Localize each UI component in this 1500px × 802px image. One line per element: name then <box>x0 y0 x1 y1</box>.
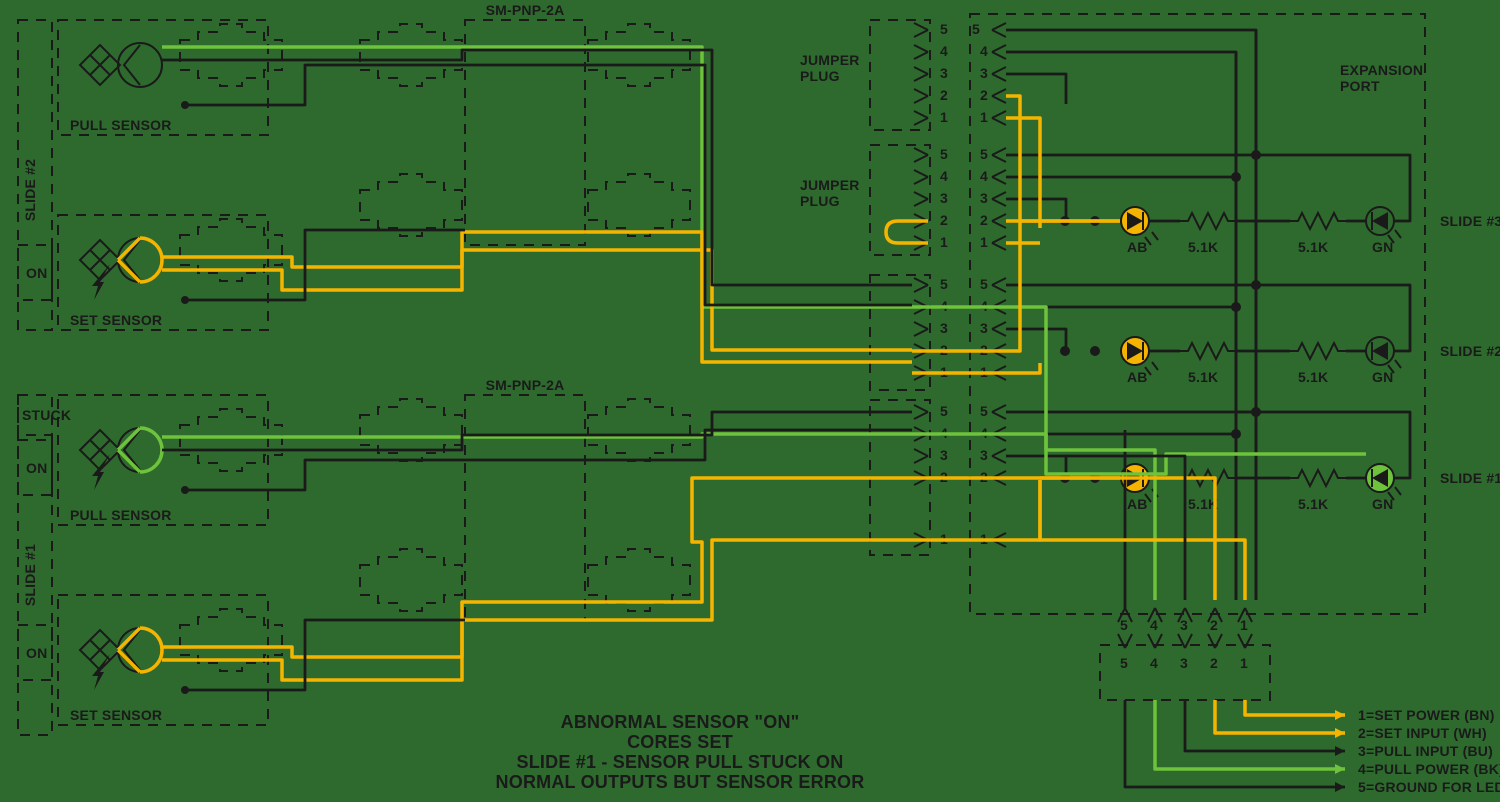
svg-text:1: 1 <box>940 234 948 250</box>
legend-connector: 5 4 3 2 1 1=SET POWER (BN) 2=SET INPUT (… <box>1100 634 1500 795</box>
svg-text:2: 2 <box>980 87 988 103</box>
label-slide2: SLIDE #2 <box>22 159 38 221</box>
svg-text:4: 4 <box>980 43 988 59</box>
svg-text:SLIDE #2: SLIDE #2 <box>1440 343 1500 359</box>
svg-text:SLIDE #1 - SENSOR PULL STUCK O: SLIDE #1 - SENSOR PULL STUCK ON <box>517 752 844 772</box>
label-stuck: STUCK <box>22 407 71 423</box>
legend-4: 4=PULL POWER (BK) <box>1358 761 1500 777</box>
slide2-row: AB 5.1K 5.1K GN SLIDE #2 <box>1121 337 1500 385</box>
svg-text:GN: GN <box>1372 369 1393 385</box>
svg-text:5.1K: 5.1K <box>1188 369 1218 385</box>
svg-text:5: 5 <box>940 21 948 37</box>
svg-text:3: 3 <box>940 320 948 336</box>
svg-text:2: 2 <box>940 212 948 228</box>
svg-text:3: 3 <box>980 320 988 336</box>
svg-text:3: 3 <box>1180 655 1188 671</box>
slide3-row: AB 5.1K 5.1K GN SLIDE #3 <box>1121 207 1500 255</box>
svg-text:4: 4 <box>940 168 948 184</box>
svg-text:4: 4 <box>980 168 988 184</box>
adapter-top: SM-PNP-2A <box>360 2 690 245</box>
svg-text:5: 5 <box>940 146 948 162</box>
svg-text:GN: GN <box>1372 239 1393 255</box>
adapter-bottom: SM-PNP-2A <box>360 377 690 620</box>
diagram-title: ABNORMAL SENSOR "ON" CORES SET SLIDE #1 … <box>496 712 865 792</box>
svg-text:4: 4 <box>940 43 948 59</box>
legend-2: 2=SET INPUT (WH) <box>1358 725 1487 741</box>
svg-text:AB: AB <box>1127 369 1148 385</box>
svg-text:5.1K: 5.1K <box>1298 369 1328 385</box>
label-slide3: SLIDE #3 <box>1440 213 1500 229</box>
svg-text:GN: GN <box>1372 496 1393 512</box>
svg-text:SLIDE #1: SLIDE #1 <box>1440 470 1500 486</box>
label-set-sensor: SET SENSOR <box>70 312 162 328</box>
legend-5: 5=GROUND FOR LED (GY) <box>1358 779 1500 795</box>
svg-text:2: 2 <box>1210 617 1218 633</box>
expansion-label: EXPANSIONPORT <box>1340 62 1423 94</box>
svg-text:AB: AB <box>1127 239 1148 255</box>
svg-text:SM-PNP-2A: SM-PNP-2A <box>486 2 565 18</box>
svg-text:ON: ON <box>26 460 47 476</box>
svg-text:5.1K: 5.1K <box>1188 239 1218 255</box>
svg-text:5: 5 <box>1120 655 1128 671</box>
svg-text:3: 3 <box>980 447 988 463</box>
svg-text:CORES SET: CORES SET <box>627 732 733 752</box>
svg-text:5: 5 <box>980 146 988 162</box>
svg-text:3: 3 <box>980 190 988 206</box>
jumper-label: JUMPERPLUG <box>800 52 860 84</box>
label-on: ON <box>26 265 47 281</box>
svg-text:AB: AB <box>1127 496 1148 512</box>
svg-text:3: 3 <box>940 190 948 206</box>
svg-text:2: 2 <box>940 87 948 103</box>
svg-text:JUMPERPLUG: JUMPERPLUG <box>800 177 860 209</box>
svg-text:5: 5 <box>972 21 980 37</box>
left-conn-col: 5 4 3 2 1 5 4 3 2 1 5 4 3 2 1 5 4 3 2 1 <box>870 20 948 555</box>
svg-text:5: 5 <box>980 403 988 419</box>
svg-text:1: 1 <box>1240 655 1248 671</box>
svg-text:5: 5 <box>940 276 948 292</box>
svg-text:3: 3 <box>940 65 948 81</box>
svg-text:5: 5 <box>980 276 988 292</box>
wiring-diagram: PULL SENSOR SLIDE #2 ON SET SENSOR SLIDE… <box>0 0 1500 802</box>
slide2-pull-sensor: PULL SENSOR <box>58 20 282 135</box>
svg-text:3: 3 <box>980 65 988 81</box>
slide1-row: AB 5.1K 5.1K GN SLIDE #1 <box>1121 464 1500 512</box>
svg-text:NORMAL OUTPUTS BUT SENSOR ERRO: NORMAL OUTPUTS BUT SENSOR ERROR <box>496 772 865 792</box>
svg-text:5: 5 <box>1120 617 1128 633</box>
svg-text:4: 4 <box>1150 617 1158 633</box>
svg-text:SM-PNP-2A: SM-PNP-2A <box>486 377 565 393</box>
svg-text:3: 3 <box>1180 617 1188 633</box>
jumper-plug-1: JUMPERPLUG <box>800 20 930 130</box>
svg-text:3: 3 <box>940 447 948 463</box>
svg-text:ABNORMAL SENSOR "ON": ABNORMAL SENSOR "ON" <box>561 712 800 732</box>
svg-text:ON: ON <box>26 645 47 661</box>
svg-text:1: 1 <box>940 109 948 125</box>
jumper-plug-2: JUMPERPLUG <box>800 145 930 255</box>
svg-text:SET SENSOR: SET SENSOR <box>70 707 162 723</box>
svg-text:5: 5 <box>940 403 948 419</box>
label-pull-sensor: PULL SENSOR <box>70 117 172 133</box>
svg-text:2: 2 <box>1210 655 1218 671</box>
label-slide1: SLIDE #1 <box>22 544 38 606</box>
svg-text:1: 1 <box>980 234 988 250</box>
svg-text:1: 1 <box>980 109 988 125</box>
svg-text:5.1K: 5.1K <box>1298 496 1328 512</box>
slide2-set-sensor: ON SET SENSOR <box>18 215 282 330</box>
svg-text:1: 1 <box>1240 617 1248 633</box>
svg-text:4: 4 <box>1150 655 1158 671</box>
legend-1: 1=SET POWER (BN) <box>1358 707 1495 723</box>
legend-3: 3=PULL INPUT (BU) <box>1358 743 1493 759</box>
svg-text:5.1K: 5.1K <box>1298 239 1328 255</box>
svg-text:PULL SENSOR: PULL SENSOR <box>70 507 172 523</box>
svg-text:2: 2 <box>980 212 988 228</box>
slide1-pull-sensor: STUCK ON PULL SENSOR <box>18 395 282 525</box>
